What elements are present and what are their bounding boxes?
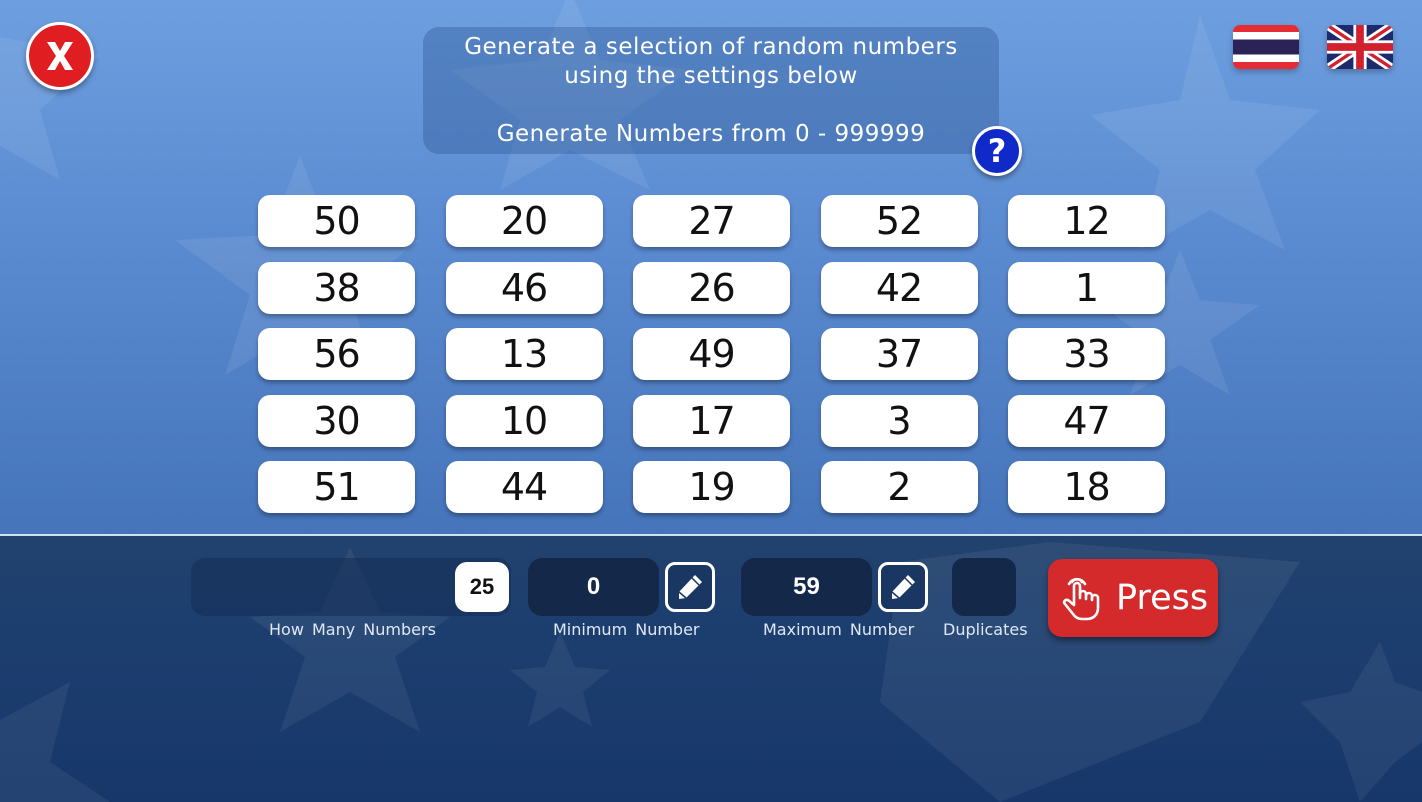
tap-hand-icon bbox=[1062, 577, 1100, 621]
number-cell: 33 bbox=[1008, 328, 1165, 380]
close-button[interactable] bbox=[26, 22, 94, 90]
maximum-number-field[interactable]: 59 bbox=[741, 558, 872, 616]
number-cell: 44 bbox=[445, 461, 603, 513]
number-cell: 50 bbox=[258, 195, 415, 247]
number-cell: 10 bbox=[445, 394, 603, 447]
number-cell: 19 bbox=[633, 461, 790, 513]
duplicates-label: Duplicates bbox=[943, 620, 1028, 639]
info-line-2: using the settings below bbox=[564, 63, 858, 89]
number-cell: 47 bbox=[1008, 394, 1165, 447]
maximum-number-label: Maximum Number bbox=[763, 620, 915, 639]
help-button[interactable]: ? bbox=[972, 126, 1022, 176]
number-cell: 30 bbox=[258, 394, 415, 447]
pencil-icon bbox=[891, 575, 915, 599]
question-mark-icon: ? bbox=[987, 132, 1007, 170]
star-decoration bbox=[1300, 642, 1422, 802]
press-label: Press bbox=[1116, 578, 1209, 618]
number-cell: 38 bbox=[258, 261, 415, 314]
press-generate-button[interactable]: Press bbox=[1048, 559, 1218, 637]
edit-minimum-button[interactable] bbox=[665, 562, 715, 612]
number-cell: 42 bbox=[820, 261, 978, 314]
range-info: Generate Numbers from 0 - 999999 bbox=[496, 121, 926, 147]
star-decoration bbox=[510, 632, 610, 727]
how-many-value[interactable]: 25 bbox=[455, 562, 509, 612]
number-cell: 51 bbox=[258, 461, 415, 513]
number-cell: 17 bbox=[633, 394, 790, 447]
numbers-grid: 50 20 27 52 12 38 46 26 42 1 56 13 49 37… bbox=[258, 195, 1165, 513]
info-line-1: Generate a selection of random numbers bbox=[464, 34, 958, 60]
how-many-label: How Many Numbers bbox=[269, 620, 436, 639]
number-cell: 37 bbox=[820, 328, 978, 380]
language-thai-button[interactable] bbox=[1233, 25, 1299, 69]
thai-flag-icon bbox=[1233, 25, 1299, 69]
pencil-icon bbox=[678, 575, 702, 599]
minimum-number-label: Minimum Number bbox=[553, 620, 700, 639]
star-decoration bbox=[0, 682, 110, 802]
number-cell: 56 bbox=[258, 328, 415, 380]
number-cell: 12 bbox=[1008, 195, 1165, 247]
number-cell: 18 bbox=[1008, 461, 1165, 513]
number-cell: 49 bbox=[633, 328, 790, 380]
numbers-area: Generate a selection of random numbers u… bbox=[0, 0, 1422, 532]
number-cell: 20 bbox=[445, 195, 603, 247]
number-cell: 46 bbox=[445, 261, 603, 314]
uk-flag-icon bbox=[1327, 25, 1393, 69]
language-english-button[interactable] bbox=[1327, 25, 1393, 69]
duplicates-toggle[interactable] bbox=[952, 558, 1016, 616]
number-cell: 27 bbox=[633, 195, 790, 247]
edit-maximum-button[interactable] bbox=[878, 562, 928, 612]
number-cell: 1 bbox=[1008, 261, 1165, 314]
settings-panel: 25 How Many Numbers 0 Minimum Number 59 … bbox=[0, 534, 1422, 802]
number-cell: 13 bbox=[445, 328, 603, 380]
close-x-icon bbox=[47, 42, 73, 70]
number-cell: 26 bbox=[633, 261, 790, 314]
minimum-number-field[interactable]: 0 bbox=[528, 558, 659, 616]
number-cell: 3 bbox=[820, 394, 978, 447]
number-cell: 52 bbox=[820, 195, 978, 247]
number-cell: 2 bbox=[820, 461, 978, 513]
info-panel: Generate a selection of random numbers u… bbox=[423, 27, 999, 154]
